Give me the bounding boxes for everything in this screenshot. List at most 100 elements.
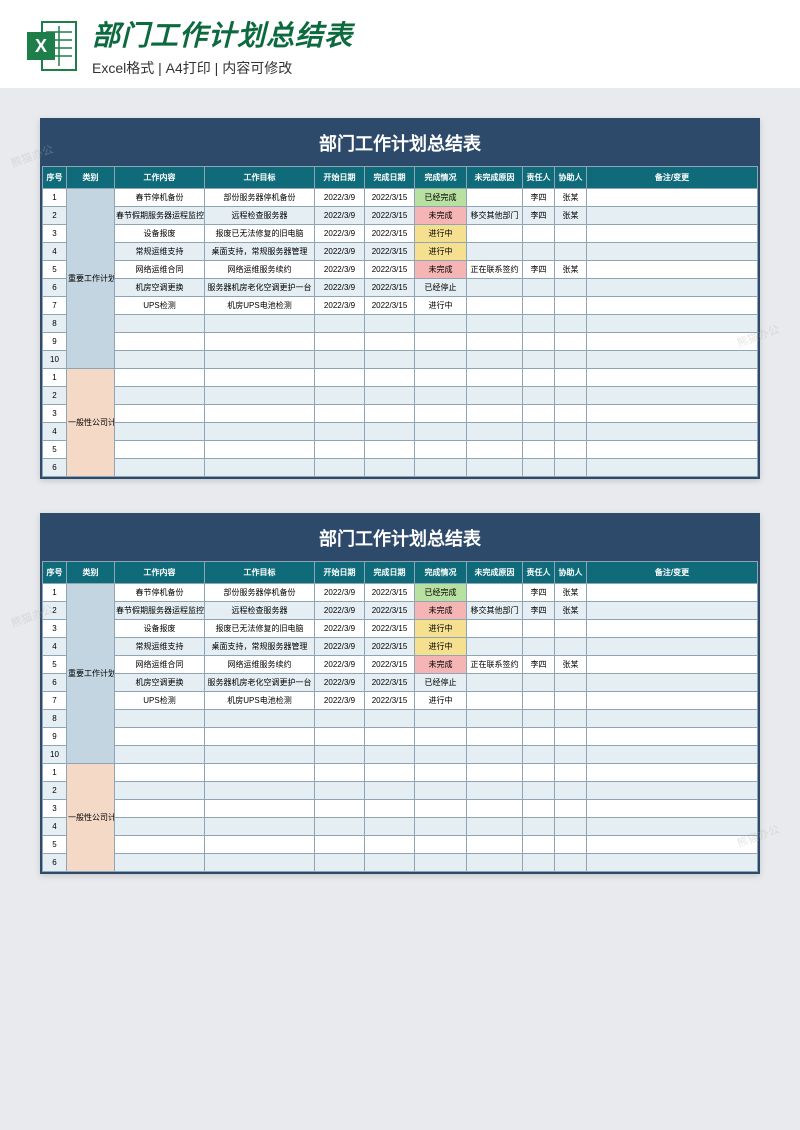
cell-seq: 2 — [43, 387, 67, 405]
cell-resp — [523, 710, 555, 728]
cell-resp: 李四 — [523, 189, 555, 207]
table-row: 9 — [43, 728, 758, 746]
cell-seq: 2 — [43, 602, 67, 620]
svg-text:X: X — [35, 36, 47, 56]
cell-status: 进行中 — [415, 692, 467, 710]
cell-note — [587, 297, 758, 315]
table-row: 6 — [43, 854, 758, 872]
table-row: 6机房空调更换服务器机房老化空调更护一台2022/3/92022/3/15已经停… — [43, 279, 758, 297]
table-row: 5网络运维合同网络运维服务续约2022/3/92022/3/15未完成正在联系签… — [43, 656, 758, 674]
cell-start: 2022/3/9 — [315, 584, 365, 602]
table-row: 8 — [43, 315, 758, 333]
cell-note — [587, 315, 758, 333]
column-header: 类别 — [67, 562, 115, 584]
cell-status: 已经完成 — [415, 584, 467, 602]
cell-assist: 张某 — [555, 656, 587, 674]
cell-reason — [467, 584, 523, 602]
cell-end: 2022/3/15 — [365, 207, 415, 225]
cell-seq: 3 — [43, 405, 67, 423]
cell-seq: 10 — [43, 746, 67, 764]
column-header: 责任人 — [523, 167, 555, 189]
sheet-title: 部门工作计划总结表 — [42, 120, 758, 166]
cell-assist — [555, 710, 587, 728]
column-header: 备注/变更 — [587, 562, 758, 584]
cell-seq: 5 — [43, 441, 67, 459]
cell-note — [587, 279, 758, 297]
table-row: 2春节假期服务器运程监控远程检查服务器2022/3/92022/3/15未完成移… — [43, 602, 758, 620]
cell-reason: 正在联系签约 — [467, 261, 523, 279]
table-row: 5 — [43, 836, 758, 854]
cell-end: 2022/3/15 — [365, 638, 415, 656]
cell-start: 2022/3/9 — [315, 297, 365, 315]
cell-seq: 10 — [43, 351, 67, 369]
cell-start — [315, 728, 365, 746]
cell-status — [415, 710, 467, 728]
table-row: 9 — [43, 333, 758, 351]
cell-content: 春节停机备份 — [115, 584, 205, 602]
cell-target — [205, 315, 315, 333]
cell-note — [587, 638, 758, 656]
cell-resp — [523, 620, 555, 638]
cell-seq: 7 — [43, 692, 67, 710]
table-row: 7UPS检测机房UPS电池检测2022/3/92022/3/15进行中 — [43, 692, 758, 710]
cell-seq: 1 — [43, 369, 67, 387]
cell-seq: 2 — [43, 207, 67, 225]
cell-seq: 9 — [43, 333, 67, 351]
cell-status — [415, 333, 467, 351]
table-row: 5网络运维合同网络运维服务续约2022/3/92022/3/15未完成正在联系签… — [43, 261, 758, 279]
cell-end: 2022/3/15 — [365, 674, 415, 692]
cell-content — [115, 746, 205, 764]
cell-target: 远程检查服务器 — [205, 602, 315, 620]
cell-status: 进行中 — [415, 297, 467, 315]
cell-note — [587, 656, 758, 674]
column-header: 工作目标 — [205, 562, 315, 584]
cell-status — [415, 746, 467, 764]
cell-status: 进行中 — [415, 620, 467, 638]
cell-end: 2022/3/15 — [365, 584, 415, 602]
cell-assist — [555, 279, 587, 297]
cell-target — [205, 710, 315, 728]
cell-target: 机房UPS电池检测 — [205, 692, 315, 710]
cell-status: 已经停止 — [415, 279, 467, 297]
cell-end — [365, 315, 415, 333]
page-title: 部门工作计划总结表 — [92, 14, 776, 54]
cell-assist: 张某 — [555, 602, 587, 620]
cell-end — [365, 728, 415, 746]
cell-target: 服务器机房老化空调更护一台 — [205, 674, 315, 692]
cell-status: 已经停止 — [415, 674, 467, 692]
table-row: 1重要工作计划春节停机备份部份服务器停机备份2022/3/92022/3/15已… — [43, 189, 758, 207]
cell-resp — [523, 746, 555, 764]
cell-seq: 7 — [43, 297, 67, 315]
table-row: 3设备报废报废已无法修复的旧电脑2022/3/92022/3/15进行中 — [43, 225, 758, 243]
table-row: 1一般性公司计划 — [43, 764, 758, 782]
cell-start: 2022/3/9 — [315, 243, 365, 261]
sheet-preview-2: 部门工作计划总结表 序号类别工作内容工作目标开始日期完成日期完成情况未完成原因责… — [40, 513, 760, 874]
cell-content: 常规运维支持 — [115, 638, 205, 656]
cell-reason — [467, 620, 523, 638]
cell-end — [365, 351, 415, 369]
cell-start: 2022/3/9 — [315, 674, 365, 692]
cell-category: 重要工作计划 — [67, 584, 115, 764]
table-row: 10 — [43, 351, 758, 369]
cell-start: 2022/3/9 — [315, 279, 365, 297]
table-row: 6机房空调更换服务器机房老化空调更护一台2022/3/92022/3/15已经停… — [43, 674, 758, 692]
table-row: 5 — [43, 441, 758, 459]
cell-seq: 3 — [43, 620, 67, 638]
cell-status — [415, 315, 467, 333]
cell-status — [415, 728, 467, 746]
cell-category: 一般性公司计划 — [67, 764, 115, 872]
cell-end: 2022/3/15 — [365, 692, 415, 710]
cell-content — [115, 315, 205, 333]
cell-status: 已经完成 — [415, 189, 467, 207]
cell-content: 机房空调更换 — [115, 674, 205, 692]
cell-content: 春节停机备份 — [115, 189, 205, 207]
cell-note — [587, 261, 758, 279]
cell-content: UPS检测 — [115, 692, 205, 710]
column-header: 完成日期 — [365, 562, 415, 584]
cell-target: 机房UPS电池检测 — [205, 297, 315, 315]
cell-end: 2022/3/15 — [365, 261, 415, 279]
cell-seq: 9 — [43, 728, 67, 746]
cell-seq: 3 — [43, 225, 67, 243]
cell-status: 未完成 — [415, 207, 467, 225]
cell-reason — [467, 333, 523, 351]
